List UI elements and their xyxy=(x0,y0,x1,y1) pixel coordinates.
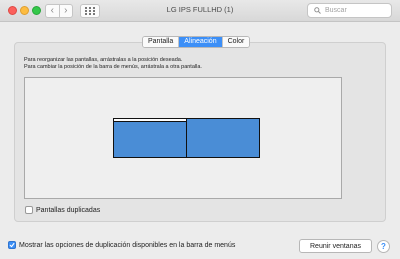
tab-color[interactable]: Color xyxy=(221,37,250,47)
close-window-button[interactable] xyxy=(8,6,17,15)
primary-display[interactable] xyxy=(113,118,187,158)
search-input[interactable] xyxy=(325,7,385,14)
navigation-buttons: ‹ › xyxy=(45,4,73,18)
minimize-window-button[interactable] xyxy=(20,6,29,15)
mirror-displays-option[interactable]: Pantallas duplicadas xyxy=(25,206,100,214)
search-icon xyxy=(314,7,321,14)
chevron-right-icon[interactable]: › xyxy=(58,5,73,17)
grid-icon[interactable] xyxy=(80,4,100,18)
menubar-instruction: Para cambiar la posición de la barra de … xyxy=(24,64,202,70)
preferences-window: ‹ › LG IPS FULLHD (1) Pantalla Alineaci xyxy=(0,0,400,259)
search-field[interactable] xyxy=(307,3,392,18)
zoom-window-button[interactable] xyxy=(32,6,41,15)
title-bar: ‹ › LG IPS FULLHD (1) xyxy=(0,0,400,22)
help-button[interactable]: ? xyxy=(377,240,390,253)
chevron-left-icon[interactable]: ‹ xyxy=(46,5,59,17)
arrangement-instruction: Para reorganizar las pantallas, arrástra… xyxy=(24,57,183,63)
mirror-displays-checkbox[interactable] xyxy=(25,206,33,214)
gather-windows-button[interactable]: Reunir ventanas xyxy=(299,239,372,253)
tab-pantalla[interactable]: Pantalla xyxy=(143,37,179,47)
secondary-display[interactable] xyxy=(186,118,260,158)
mirror-displays-label: Pantallas duplicadas xyxy=(36,206,101,214)
show-mirroring-options-option[interactable]: Mostrar las opciones de duplicación disp… xyxy=(8,241,235,249)
show-mirroring-options-label: Mostrar las opciones de duplicación disp… xyxy=(19,241,236,249)
show-mirroring-options-checkbox[interactable] xyxy=(8,241,16,249)
display-arrangement-area xyxy=(24,77,342,199)
tab-alineacion[interactable]: Alineación xyxy=(178,37,222,47)
tab-bar: Pantalla Alineación Color xyxy=(142,36,251,48)
checkmark-icon xyxy=(9,242,15,248)
window-title: LG IPS FULLHD (1) xyxy=(166,5,234,14)
menu-bar-handle[interactable] xyxy=(114,119,186,122)
